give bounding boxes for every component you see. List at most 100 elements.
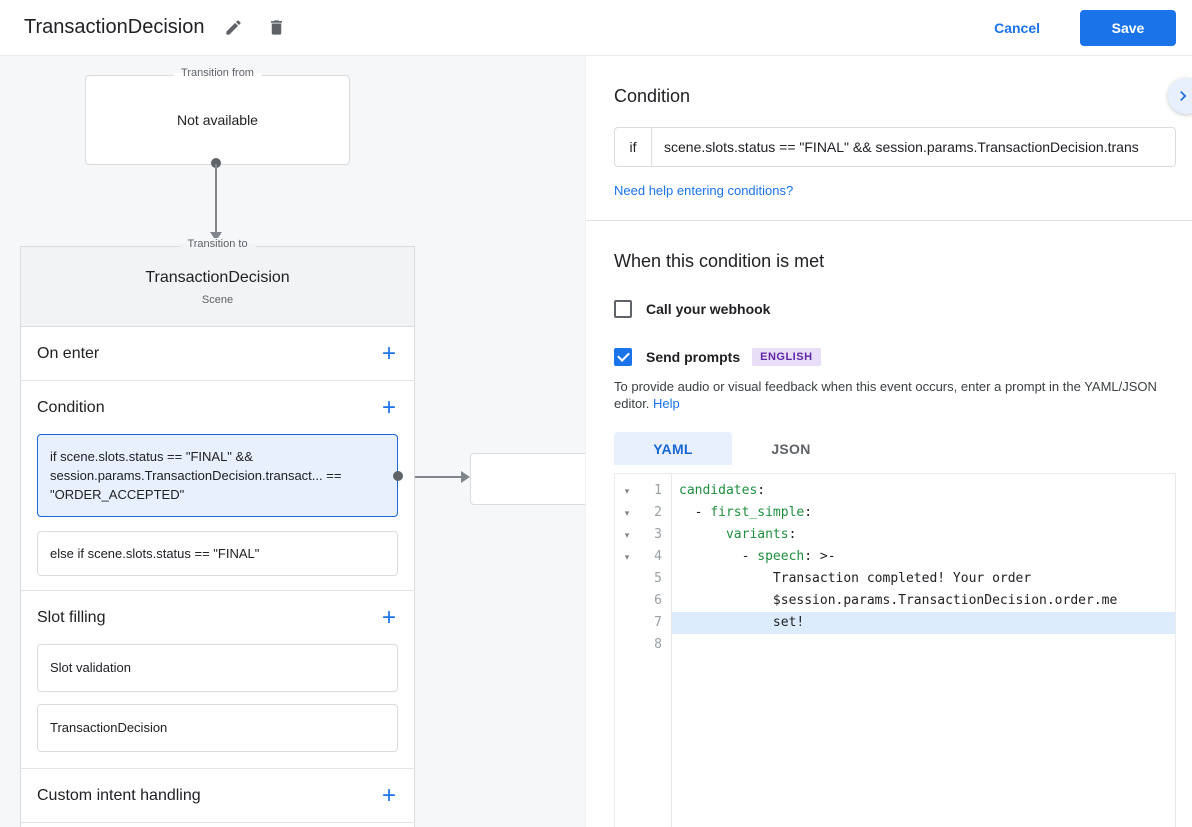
scene-editor-page: { "header": { "title": "TransactionDecis… — [0, 0, 1192, 827]
section-slot-filling: Slot filling + Slot validation Transacti… — [21, 591, 414, 769]
edit-title-button[interactable] — [220, 14, 247, 41]
line-number: 1 — [639, 480, 671, 502]
code-line[interactable]: $session.params.TransactionDecision.orde… — [671, 590, 1175, 612]
transition-from-box: Transition from Not available — [85, 75, 350, 165]
tab-yaml[interactable]: YAML — [614, 432, 732, 465]
when-condition-title: When this condition is met — [614, 251, 1176, 272]
condition-help-link[interactable]: Need help entering conditions? — [614, 183, 793, 198]
editor-line-6[interactable]: 6 $session.params.TransactionDecision.or… — [615, 590, 1175, 612]
if-label: if — [615, 128, 652, 166]
fold-toggle-icon[interactable]: ▾ — [615, 546, 639, 568]
section-label: On enter — [37, 343, 99, 364]
fold-gutter — [615, 612, 639, 634]
fold-toggle-icon[interactable]: ▾ — [615, 524, 639, 546]
code-line[interactable]: - first_simple: — [671, 502, 1175, 524]
prompt-description: To provide audio or visual feedback when… — [614, 378, 1174, 412]
code-line[interactable]: - speech: >- — [671, 546, 1175, 568]
section-label: Condition — [37, 397, 105, 418]
code-line[interactable]: set! — [671, 612, 1175, 634]
section-slot-filling-header[interactable]: Slot filling + — [21, 591, 414, 644]
fold-toggle-icon[interactable]: ▾ — [615, 480, 639, 502]
add-icon[interactable]: + — [380, 344, 398, 364]
line-number: 2 — [639, 502, 671, 524]
panel-title: Condition — [614, 86, 1176, 107]
trash-icon — [267, 18, 286, 37]
connector-line — [215, 164, 217, 232]
transition-to-label: Transition to — [179, 238, 255, 250]
fold-gutter — [615, 568, 639, 590]
section-condition: Condition + if scene.slots.status == "FI… — [21, 381, 414, 591]
add-icon[interactable]: + — [380, 608, 398, 628]
editor-line-5[interactable]: 5 Transaction completed! Your order — [615, 568, 1175, 590]
yaml-text-token: Transaction completed! Your order — [679, 571, 1031, 586]
condition-expression-group: if — [614, 127, 1176, 167]
editor-line-1[interactable]: ▾1candidates: — [615, 480, 1175, 502]
section-label: Slot filling — [37, 607, 105, 628]
editor-line-7[interactable]: 7 set! — [615, 612, 1175, 634]
chevron-right-icon — [1173, 86, 1192, 106]
yaml-editor[interactable]: ▾1candidates:▾2 - first_simple:▾3 varian… — [614, 473, 1176, 827]
section-on-enter-header[interactable]: On enter + — [21, 327, 414, 380]
fold-gutter — [615, 590, 639, 612]
code-line[interactable]: variants: — [671, 524, 1175, 546]
yaml-text-token: : — [789, 527, 797, 542]
language-badge: ENGLISH — [752, 348, 820, 366]
next-scene-placeholder[interactable] — [470, 453, 585, 505]
yaml-editor-rows: ▾1candidates:▾2 - first_simple:▾3 varian… — [615, 474, 1175, 656]
code-line[interactable]: Transaction completed! Your order — [671, 568, 1175, 590]
code-line[interactable] — [671, 634, 1175, 656]
slot-card-validation[interactable]: Slot validation — [37, 644, 398, 692]
yaml-text-token: - — [679, 505, 710, 520]
yaml-text-token: - — [679, 549, 757, 564]
scene-title: TransactionDecision — [21, 269, 414, 287]
yaml-key-token: variants — [726, 527, 789, 542]
editor-line-8[interactable]: 8 — [615, 634, 1175, 656]
collapse-panel-button[interactable] — [1168, 78, 1192, 114]
connector-dot — [393, 471, 403, 481]
prompt-description-text: To provide audio or visual feedback when… — [614, 379, 1157, 411]
line-number: 6 — [639, 590, 671, 612]
panel-divider — [586, 220, 1192, 221]
condition-detail-panel: Condition if Need help entering conditio… — [585, 56, 1192, 827]
editor-line-3[interactable]: ▾3 variants: — [615, 524, 1175, 546]
section-on-enter: On enter + — [21, 327, 414, 381]
editor-line-4[interactable]: ▾4 - speech: >- — [615, 546, 1175, 568]
condition-card[interactable]: else if scene.slots.status == "FINAL" — [37, 531, 398, 576]
delete-scene-button[interactable] — [263, 14, 290, 41]
condition-expression-input[interactable] — [652, 128, 1175, 166]
fold-toggle-icon[interactable]: ▾ — [615, 502, 639, 524]
webhook-checkbox-row[interactable]: Call your webhook — [614, 300, 1176, 318]
pencil-icon — [224, 18, 243, 37]
tab-json[interactable]: JSON — [732, 432, 850, 465]
section-custom-intent-header[interactable]: Custom intent handling + — [21, 769, 414, 822]
add-icon[interactable]: + — [380, 786, 398, 806]
editor-tabs: YAML JSON — [614, 432, 1176, 465]
help-link[interactable]: Help — [653, 396, 680, 411]
line-number: 7 — [639, 612, 671, 634]
page-title: TransactionDecision — [24, 16, 204, 39]
gutter-divider — [671, 474, 672, 827]
cancel-button[interactable]: Cancel — [988, 19, 1046, 37]
condition-card-selected[interactable]: if scene.slots.status == "FINAL" && sess… — [37, 434, 398, 517]
code-line[interactable]: candidates: — [671, 480, 1175, 502]
yaml-key-token: speech — [757, 549, 804, 564]
arrow-right-icon — [461, 471, 470, 483]
editor-line-2[interactable]: ▾2 - first_simple: — [615, 502, 1175, 524]
yaml-text-token: $session.params.TransactionDecision.orde… — [679, 593, 1117, 608]
transition-from-value: Not available — [86, 76, 349, 164]
webhook-checkbox[interactable] — [614, 300, 632, 318]
condition-card-text: if scene.slots.status == "FINAL" && sess… — [50, 449, 341, 502]
add-icon[interactable]: + — [380, 398, 398, 418]
slot-card-transaction-decision[interactable]: TransactionDecision — [37, 704, 398, 752]
section-condition-header[interactable]: Condition + — [21, 381, 414, 434]
section-custom-intent: Custom intent handling + — [21, 769, 414, 823]
line-number: 4 — [639, 546, 671, 568]
yaml-key-token: candidates — [679, 483, 757, 498]
yaml-text-token: : — [804, 505, 812, 520]
section-label: Custom intent handling — [37, 785, 201, 806]
save-button[interactable]: Save — [1080, 10, 1176, 46]
yaml-text-token: set! — [679, 615, 804, 630]
send-prompts-label: Send prompts — [646, 349, 740, 365]
send-prompts-checkbox[interactable] — [614, 348, 632, 366]
send-prompts-checkbox-row[interactable]: Send prompts ENGLISH — [614, 348, 1176, 366]
